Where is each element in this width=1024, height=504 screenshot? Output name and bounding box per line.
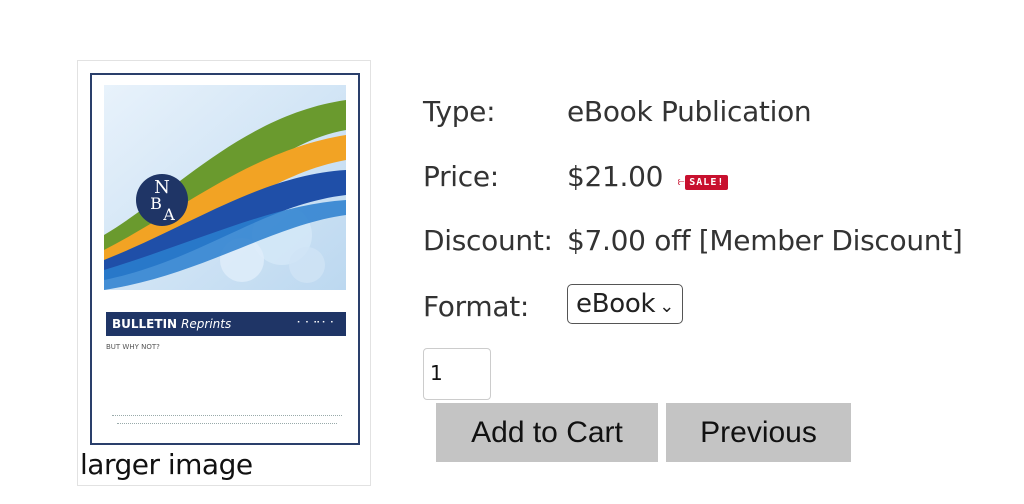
- chevron-down-icon: ⌄: [659, 296, 675, 317]
- cover-subtitle: BUT WHY NOT?: [106, 343, 160, 351]
- price-row: Price: $21.00 ⥼ SALE!: [423, 159, 729, 195]
- logo-a: A: [162, 205, 175, 224]
- product-image-box: N B A BULLETIN Reprints ⠂⠂⠒⠂⠂ BUT WHY NOT…: [77, 60, 371, 486]
- price-label: Price:: [423, 160, 499, 193]
- discount-value: $7.00 off [Member Discount]: [567, 224, 963, 257]
- larger-image-link[interactable]: larger image: [80, 448, 253, 481]
- cover-banner-subtitle: Reprints: [181, 317, 232, 331]
- price-value: $21.00: [567, 160, 664, 193]
- cover-banner: BULLETIN Reprints ⠂⠂⠒⠂⠂: [106, 312, 346, 336]
- cover-fine-print: [117, 423, 337, 425]
- cover-fine-print: [112, 415, 342, 417]
- sale-tag-icon: ⥼ SALE!: [678, 159, 729, 192]
- cover-artwork: N B A: [104, 85, 346, 290]
- discount-row: Discount: $7.00 off [Member Discount]: [423, 224, 963, 257]
- type-label: Type:: [423, 95, 496, 128]
- format-select[interactable]: eBook ⌄: [567, 284, 684, 324]
- type-value: eBook Publication: [567, 95, 812, 128]
- braille-dots-icon: ⠂⠂⠒⠂⠂: [296, 318, 338, 329]
- logo-b: B: [150, 194, 162, 213]
- discount-label: Discount:: [423, 224, 553, 257]
- sale-badge-text: SALE!: [685, 174, 729, 190]
- type-row: Type: eBook Publication: [423, 95, 812, 128]
- product-cover-image[interactable]: N B A BULLETIN Reprints ⠂⠂⠒⠂⠂ BUT WHY NOT…: [90, 73, 360, 445]
- cover-banner-title: BULLETIN: [112, 317, 178, 331]
- add-to-cart-button[interactable]: Add to Cart: [436, 403, 658, 462]
- format-selected-value: eBook: [576, 289, 656, 319]
- format-label: Format:: [423, 290, 530, 323]
- format-row: Format: eBook ⌄: [423, 284, 684, 328]
- quantity-input[interactable]: 1: [423, 348, 491, 400]
- previous-button[interactable]: Previous: [666, 403, 851, 462]
